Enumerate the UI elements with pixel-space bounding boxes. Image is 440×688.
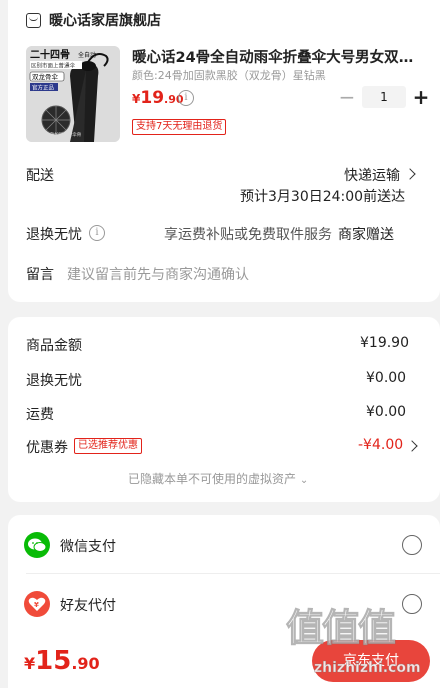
thumb-badge3: 官方正品	[32, 84, 55, 92]
thumb-caption: 24骨加固钢骨伞骨	[44, 131, 82, 138]
thumb-badge-line: 区别市面上普通伞	[31, 62, 76, 70]
wechat-pay-label[interactable]: 微信支付	[60, 536, 116, 556]
delivery-eta: 预计3月30日24:00前送达	[240, 189, 406, 205]
wechat-pay-icon	[24, 532, 50, 558]
return-policy-tag: 支持7天无理由退货	[132, 119, 227, 135]
thumb-badge-sub: 全自动	[78, 51, 96, 59]
price-integer: 19	[140, 88, 165, 108]
product-spec[interactable]: 颜色:24骨加固款黑胶（双龙骨）星钻黑	[132, 67, 326, 83]
note-input[interactable]: 建议留言前先与商家沟通确认	[67, 264, 249, 284]
return-service-label: 退换无忧	[26, 227, 82, 243]
freight-label: 运费	[26, 407, 54, 423]
quantity-value[interactable]: 1	[362, 86, 406, 108]
quantity-stepper: − 1 +	[336, 86, 432, 108]
divider	[26, 573, 440, 574]
product-thumbnail[interactable]: 二十四骨 全自动 区别市面上普通伞 双龙骨伞 官方正品 24骨加固钢骨伞骨	[26, 46, 120, 142]
coupon-tag: 已选推荐优惠	[74, 438, 142, 454]
decrement-button[interactable]: −	[336, 86, 358, 108]
coupon-label: 优惠券	[26, 440, 68, 456]
delivery-label: 配送	[26, 168, 54, 184]
goods-amount-label: 商品金额	[26, 338, 82, 354]
order-total: ¥ 15 .90	[24, 646, 100, 676]
total-decimal: .90	[71, 654, 100, 673]
return-info-icon[interactable]: i	[89, 225, 105, 241]
friend-pay-label[interactable]: 好友代付	[60, 595, 116, 615]
note-label: 留言	[26, 267, 54, 283]
jd-pay-button[interactable]: 京东支付	[312, 640, 430, 682]
price-currency: ¥	[132, 92, 141, 106]
store-icon	[26, 12, 41, 28]
increment-button[interactable]: +	[410, 86, 432, 108]
wechat-pay-radio[interactable]	[402, 535, 422, 555]
svg-text:¥: ¥	[34, 601, 39, 609]
return-fee-value: ¥0.00	[366, 370, 407, 386]
goods-amount-value: ¥19.90	[360, 335, 409, 351]
coupon-value[interactable]: -¥4.00	[358, 437, 403, 453]
product-price: ¥ 19 .90	[132, 88, 184, 108]
return-service-desc: 享运费补贴或免费取件服务	[164, 227, 332, 243]
total-integer: 15	[35, 646, 72, 676]
store-header[interactable]: 暖心话家居旗舰店	[26, 10, 161, 30]
store-name[interactable]: 暖心话家居旗舰店	[49, 10, 161, 30]
return-service-provider: 商家赠送	[338, 227, 394, 243]
total-currency: ¥	[24, 654, 36, 673]
friend-pay-radio[interactable]	[402, 594, 422, 614]
hidden-assets-text: 已隐藏本单不可使用的虚拟资产	[128, 472, 297, 486]
hidden-assets-note[interactable]: 已隐藏本单不可使用的虚拟资产 ⌄	[128, 470, 308, 487]
thumb-badge-title: 二十四骨	[30, 48, 70, 61]
return-fee-label: 退换无忧	[26, 373, 82, 389]
friend-pay-icon: ¥	[24, 591, 50, 617]
thumb-badge2: 双龙骨伞	[32, 72, 59, 81]
delivery-method[interactable]: 快递运输	[344, 165, 400, 185]
product-title[interactable]: 暖心话24骨全自动雨伞折叠伞大号男女双人...	[132, 46, 422, 67]
umbrella-image: 二十四骨 全自动 区别市面上普通伞 双龙骨伞 官方正品 24骨加固钢骨伞骨	[26, 46, 120, 142]
freight-value: ¥0.00	[366, 404, 407, 420]
chevron-down-icon: ⌄	[299, 475, 309, 486]
price-info-icon[interactable]: i	[178, 90, 194, 106]
